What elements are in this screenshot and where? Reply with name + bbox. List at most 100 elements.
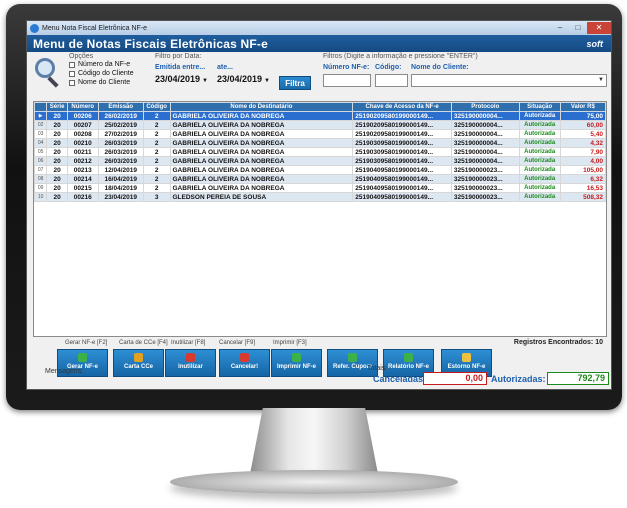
date-filter-label: Filtro por Data: [155,53,202,60]
cell-protocolo: 325190000004... [450,147,520,157]
column-header[interactable]: Código [142,102,171,112]
column-header[interactable]: Série [46,102,68,112]
cell-serie: 20 [46,165,68,175]
filters-hint-label: Filtros (Digite a informação e pressione… [323,53,478,60]
cell-serie: 20 [46,120,68,130]
column-header[interactable]: Emissão [97,102,144,112]
codigo-input[interactable] [375,74,408,87]
close-button[interactable]: ✕ [587,22,611,34]
shortcut-label: Imprimir [F3] [273,340,307,346]
title-bar: Menu Nota Fiscal Eletrônica NF-e – □ ✕ [27,21,611,35]
cell-serie: 20 [46,156,68,166]
relatorio-nfe-icon [404,353,413,362]
cell-chave: 25190209580199000149... [352,111,452,121]
column-header[interactable]: Protocolo [450,102,520,112]
option-numero-nfe[interactable]: Número da NF-e [69,61,130,68]
table-row[interactable]: 04 20 00210 26/03/2019 2 GABRIELA OLIVEIRA DA… [34,138,606,148]
cell-protocolo: 325190000023... [450,165,520,175]
table-header: Série Número Emissão Código Nome do Destinat… [34,102,606,112]
empty-row [35,283,606,292]
nome-cliente-select[interactable]: ▼ [411,74,607,87]
cell-numero: 00213 [66,165,99,175]
shortcut-label: Inutilizar [F8] [171,340,206,346]
checkbox[interactable] [69,61,75,68]
cell-valor: 508,32 [559,192,606,202]
window-title: Menu Nota Fiscal Eletrônica NF-e [42,24,148,32]
empty-row [35,238,606,247]
carta-cce-icon [134,353,143,362]
cell-serie: 20 [46,147,68,157]
column-header[interactable]: Valor R$ [559,102,606,112]
checkbox[interactable] [69,70,75,77]
cell-valor: 4,32 [559,138,606,148]
cell-ind: 06 [34,156,48,166]
date-from-picker[interactable]: 23/04/2019 ▼ [155,74,208,84]
cell-ind: 03 [34,129,48,139]
table-row[interactable]: 06 20 00212 26/03/2019 2 GABRIELA OLIVEIRA DA… [34,156,606,166]
cell-ind: 10 [34,192,48,202]
cell-codigo: 2 [142,183,171,193]
column-header[interactable]: Nome do Destinatário [169,102,354,112]
cell-ind: 02 [34,120,48,130]
cell-chave: 25190209580199000149... [352,129,452,139]
cell-valor: 105,00 [559,165,606,175]
empty-row [35,274,606,283]
cell-emissao: 27/02/2019 [97,129,144,139]
column-header[interactable]: Chave de Acesso da NF-e [352,102,452,112]
cell-situacao: Autorizada [518,120,561,130]
table-row[interactable]: 10 20 00216 23/04/2019 3 GLEDSON PEREIA DE SO… [34,192,606,202]
cell-serie: 20 [46,183,68,193]
ate-label: ate... [217,64,233,71]
cancelar-icon [240,353,249,362]
cell-codigo: 3 [142,192,171,202]
notas-grid[interactable]: Série Número Emissão Código Nome do Destinat… [33,101,607,337]
cell-nome: GABRIELA OLIVEIRA DA NOBREGA [169,111,354,121]
monitor-frame: Menu Nota Fiscal Eletrônica NF-e – □ ✕ M… [6,4,622,410]
table-row[interactable]: 09 20 00215 18/04/2019 2 GABRIELA OLIVEIRA DA… [34,183,606,193]
filtra-button[interactable]: Filtra [279,76,311,90]
shortcut-label: Carta de CCe [F4] [119,340,168,346]
table-row[interactable]: 07 20 00213 12/04/2019 2 GABRIELA OLIVEIRA DA… [34,165,606,175]
filter-panel: Opções Número da NF-e Código do Cliente … [27,52,611,100]
numero-nfe-input[interactable] [323,74,371,87]
cell-emissao: 12/04/2019 [97,165,144,175]
cell-valor: 6,32 [559,174,606,184]
cell-valor: 7,90 [559,147,606,157]
cell-nome: GABRIELA OLIVEIRA DA NOBREGA [169,183,354,193]
cell-ind: 04 [34,138,48,148]
page-title: Menu de Notas Fiscais Eletrônicas NF-e [33,36,268,51]
minimize-button[interactable]: – [551,22,569,34]
table-row[interactable]: ▶ 20 00206 26/02/2019 2 GABRIELA OLIVEIRA DA … [34,111,606,121]
nome-cliente-label: Nome do Cliente: [411,64,469,71]
autorizadas-label: Autorizadas: [491,374,546,384]
option-nome-cliente[interactable]: Nome do Cliente [69,79,130,86]
canceladas-value: 0,00 [423,372,487,385]
empty-row [35,229,606,238]
column-header[interactable]: Número [66,102,99,112]
table-row[interactable]: 05 20 00211 26/03/2019 2 GABRIELA OLIVEIRA DA… [34,147,606,157]
header-banner: Menu de Notas Fiscais Eletrônicas NF-e s… [27,35,611,52]
cell-nome: GABRIELA OLIVEIRA DA NOBREGA [169,138,354,148]
column-header[interactable] [34,102,48,112]
app-icon [30,23,39,33]
cell-ind: 05 [34,147,48,157]
table-row[interactable]: 08 20 00214 16/04/2019 2 GABRIELA OLIVEIRA DA… [34,174,606,184]
cell-protocolo: 325190000004... [450,138,520,148]
imprimir-nfe-icon [292,353,301,362]
cell-serie: 20 [46,138,68,148]
empty-row [35,301,606,310]
table-row[interactable]: 03 20 00208 27/02/2019 2 GABRIELA OLIVEIRA DA… [34,129,606,139]
checkbox[interactable] [69,79,75,86]
maximize-button[interactable]: □ [569,22,587,34]
cell-nome: GABRIELA OLIVEIRA DA NOBREGA [169,156,354,166]
column-header[interactable]: Situação [518,102,561,112]
cell-numero: 00211 [66,147,99,157]
empty-row [35,220,606,229]
date-to-picker[interactable]: 23/04/2019 ▼ [217,74,270,84]
cell-nome: GABRIELA OLIVEIRA DA NOBREGA [169,174,354,184]
window-controls: – □ ✕ [551,22,611,34]
cell-numero: 00208 [66,129,99,139]
cell-situacao: Autorizada [518,183,561,193]
option-codigo-cliente[interactable]: Código do Cliente [69,70,134,77]
table-row[interactable]: 02 20 00207 25/02/2019 2 GABRIELA OLIVEIRA DA… [34,120,606,130]
